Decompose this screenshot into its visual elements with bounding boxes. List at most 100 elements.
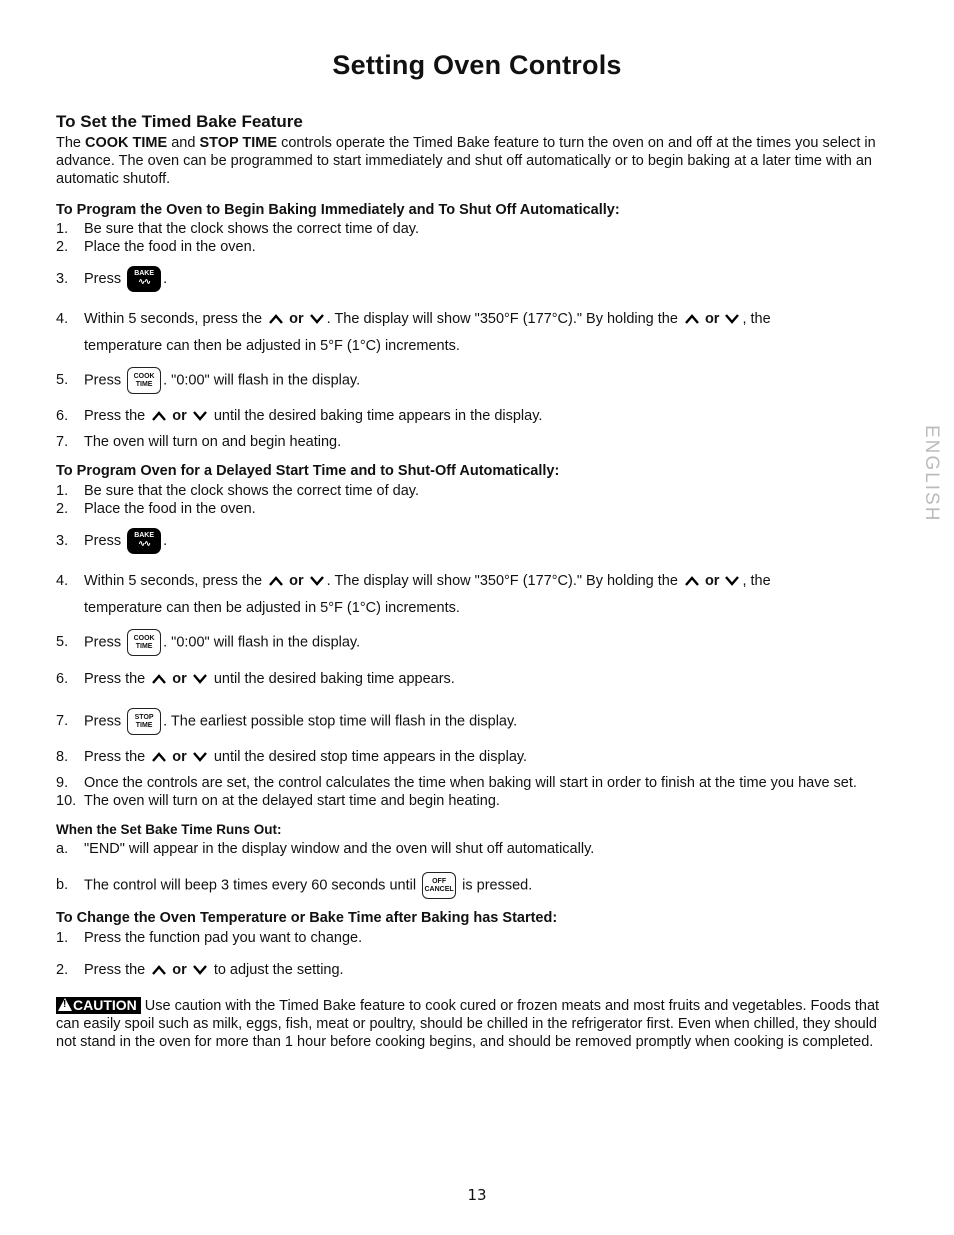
heat-wave-icon: ∿∿ (138, 539, 150, 548)
or-label: or (289, 311, 304, 327)
step-text: Place the food in the oven. (84, 239, 256, 255)
subheading-change: To Change the Oven Temperature or Bake T… (56, 910, 558, 926)
step-text: . The display will show "350°F (177°C)."… (326, 573, 678, 589)
step-number: 10. (56, 793, 77, 809)
step-text: Press (84, 713, 122, 730)
step-text: Press the function pad you want to chang… (84, 930, 363, 946)
step-number: 2. (56, 239, 69, 255)
step-text: Press (84, 270, 122, 287)
step-text: Press the (84, 962, 146, 978)
pad-label: TIME (135, 381, 153, 388)
step-text: . The earliest possible stop time will f… (163, 713, 518, 730)
down-arrow-icon (725, 309, 740, 327)
step-text: The oven will turn on at the delayed sta… (84, 793, 500, 809)
up-arrow-icon (152, 406, 167, 424)
step-number: 1. (56, 483, 69, 499)
pad-label: STOP (134, 714, 154, 721)
step-number: 8. (56, 749, 69, 765)
step-text: , the (742, 573, 771, 589)
step-text: Press (84, 372, 122, 389)
up-arrow-icon (685, 571, 699, 589)
pad-label: OFF (432, 878, 447, 885)
step-letter: a. (56, 841, 69, 857)
section-heading-timed-bake: To Set the Timed Bake Feature (56, 112, 303, 131)
or-label: or (172, 962, 187, 978)
step-text: Within 5 seconds, press the (84, 573, 263, 589)
step-number: 7. (56, 434, 69, 450)
step-text: until the desired baking time appears. (213, 671, 455, 687)
or-label: or (172, 671, 187, 687)
language-side-tab: ENGLISH (921, 425, 942, 523)
list-item: 8. Press the or until the desired stop ti… (56, 747, 901, 766)
step-text: Press the (84, 749, 146, 765)
list-item: 10. The oven will turn on at the delayed … (56, 792, 901, 810)
up-arrow-icon (685, 309, 699, 327)
warning-triangle-icon (58, 998, 72, 1011)
step-number: 5. (56, 372, 69, 389)
step-text: . (163, 270, 168, 287)
step-number: 4. (56, 573, 69, 589)
list-item: 5. Press COOK TIME. "0:00" will flash in t… (56, 367, 901, 394)
up-arrow-icon (152, 960, 167, 978)
list-item: 1. Press the function pad you want to cha… (56, 929, 901, 947)
or-label: or (172, 749, 187, 765)
or-label: or (172, 408, 187, 424)
step-text: Press (84, 634, 122, 651)
step-text: Press the (84, 408, 146, 424)
step-text: Press (84, 532, 122, 549)
down-arrow-icon (192, 747, 207, 765)
step-text: Be sure that the clock shows the correct… (84, 483, 419, 499)
step-text: Place the food in the oven. (84, 501, 256, 517)
list-item: 9. Once the controls are set, the control… (56, 774, 901, 792)
up-arrow-icon (152, 747, 167, 765)
pad-label: COOK (133, 635, 155, 642)
step-text: , the (742, 311, 771, 327)
up-arrow-icon (269, 571, 284, 589)
caution-label: CAUTION (73, 997, 137, 1013)
stop-time-keyword: STOP TIME (199, 135, 278, 151)
list-item: 7. Press STOP TIME. The earliest possible … (56, 708, 901, 735)
page-title: Setting Oven Controls (332, 50, 622, 80)
caution-paragraph: CAUTIONUse caution with the Timed Bake f… (56, 997, 901, 1051)
down-arrow-icon (309, 309, 324, 327)
list-item: 4. Within 5 seconds, press the or . The di… (56, 309, 901, 355)
list-item: 7. The oven will turn on and begin heatin… (56, 433, 901, 451)
step-text: Press the (84, 671, 146, 687)
down-arrow-icon (192, 960, 207, 978)
list-item: 4. Within 5 seconds, press the or . The di… (56, 571, 901, 617)
caution-badge: CAUTION (56, 997, 141, 1014)
down-arrow-icon (192, 669, 207, 687)
step-text: Within 5 seconds, press the (84, 311, 263, 327)
list-item: 2. Place the food in the oven. (56, 500, 901, 518)
pad-label: COOK (133, 373, 155, 380)
step-number: 3. (56, 532, 69, 549)
subheading-delayed: To Program Oven for a Delayed Start Time… (56, 463, 560, 479)
down-arrow-icon (309, 571, 324, 589)
up-arrow-icon (152, 669, 167, 687)
step-number: 2. (56, 962, 69, 978)
bake-pad-icon: BAKE ∿∿ (127, 266, 162, 292)
down-arrow-icon (192, 406, 207, 424)
step-number: 6. (56, 671, 69, 687)
list-item: 6. Press the or until the desired baking … (56, 669, 901, 688)
step-number: 6. (56, 408, 69, 424)
bake-pad-label: BAKE (134, 532, 155, 539)
step-text: The control will beep 3 times every 60 s… (84, 877, 417, 894)
page-number: 13 (467, 1186, 487, 1204)
timed-bake-intro: The COOK TIME and STOP TIME controls ope… (56, 134, 901, 188)
or-label: or (289, 573, 304, 589)
step-text: until the desired stop time appears in t… (213, 749, 528, 765)
step-text: to adjust the setting. (213, 962, 344, 978)
intro-text: and (167, 135, 200, 151)
or-label: or (704, 573, 720, 589)
off-cancel-pad-icon: OFF CANCEL (422, 872, 457, 899)
intro-text: The (56, 135, 86, 151)
step-text: until the desired baking time appears in… (213, 408, 543, 424)
step-number: 7. (56, 713, 69, 730)
subheading-runs-out: When the Set Bake Time Runs Out: (56, 822, 282, 837)
caution-text: Use caution with the Timed Bake feature … (56, 998, 880, 1050)
cook-time-pad-icon: COOK TIME (127, 629, 162, 656)
step-number: 5. (56, 634, 69, 651)
step-number: 3. (56, 270, 69, 287)
pad-label: TIME (135, 643, 153, 650)
